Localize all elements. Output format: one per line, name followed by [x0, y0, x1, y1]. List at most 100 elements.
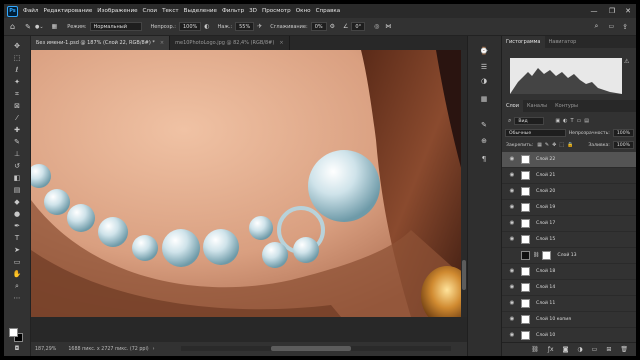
vertical-scroll-thumb[interactable]: [462, 260, 466, 290]
menu-window[interactable]: Окно: [296, 8, 311, 14]
menu-layers[interactable]: Слои: [143, 8, 158, 14]
layer-row[interactable]: ◉ Слой 18: [502, 264, 636, 280]
menu-help[interactable]: Справка: [316, 8, 341, 14]
properties-icon[interactable]: ☰: [476, 60, 492, 74]
frame-icon[interactable]: ⊠: [10, 100, 24, 112]
lasso-icon[interactable]: ℓ: [10, 64, 24, 76]
pressure-input[interactable]: 55%: [235, 22, 255, 31]
brush-icon[interactable]: ✎: [10, 136, 24, 148]
visibility-eye-icon[interactable]: ◉: [506, 284, 518, 290]
swatches-icon[interactable]: ▦: [476, 92, 492, 106]
close-tab-icon[interactable]: ×: [279, 40, 283, 46]
menu-filter[interactable]: Фильтр: [222, 8, 244, 14]
visibility-eye-icon[interactable]: ◉: [506, 268, 518, 274]
more-icon[interactable]: ⋯: [10, 292, 24, 304]
menu-type[interactable]: Текст: [162, 8, 179, 14]
brush-settings-panel-icon[interactable]: ✎: [476, 118, 492, 132]
hand-icon[interactable]: ✋: [10, 268, 24, 280]
shape-icon[interactable]: ▭: [10, 256, 24, 268]
symmetry-icon[interactable]: ⋈: [385, 23, 391, 30]
visibility-eye-icon[interactable]: ◉: [506, 204, 518, 210]
angle-input[interactable]: 0°: [351, 22, 366, 31]
brush-size-icon[interactable]: ●⌄: [35, 24, 44, 30]
adjustment-icon[interactable]: ◑: [577, 346, 582, 353]
history-icon[interactable]: ⌚: [476, 44, 492, 58]
brush-preset-icon[interactable]: ✎: [25, 23, 31, 31]
visibility-eye-icon[interactable]: ◉: [506, 220, 518, 226]
visibility-eye-icon[interactable]: ◉: [506, 252, 518, 258]
workspace-icon[interactable]: ▭: [608, 23, 614, 30]
healing-icon[interactable]: ✚: [10, 124, 24, 136]
layer-row[interactable]: ◉ ⛓ Слой 13: [502, 248, 636, 264]
delete-icon[interactable]: 🗑: [620, 346, 628, 353]
link-icon[interactable]: ⛓: [531, 346, 539, 353]
close-tab-icon[interactable]: ×: [160, 40, 164, 46]
tab-channels[interactable]: Каналы: [523, 100, 551, 112]
menu-view[interactable]: Просмотр: [262, 8, 291, 14]
mask-icon[interactable]: ◙: [563, 346, 569, 353]
fx-icon[interactable]: ƒx: [548, 346, 554, 353]
clone-source-icon[interactable]: ⊕: [476, 134, 492, 148]
layer-row[interactable]: ◉ Слой 20: [502, 184, 636, 200]
smoothing-input[interactable]: 0%: [310, 22, 327, 31]
menu-3d[interactable]: 3D: [249, 8, 257, 14]
lock-icons[interactable]: ▦✎✥⬚🔒: [537, 142, 576, 148]
marquee-icon[interactable]: ⬚: [10, 52, 24, 64]
type-icon[interactable]: T: [10, 232, 24, 244]
blend-mode-select[interactable]: Обычные: [505, 129, 566, 137]
tab-layers[interactable]: Слои: [502, 100, 523, 112]
mode-select[interactable]: Нормальный: [89, 22, 142, 31]
foreground-color-swatch[interactable]: [9, 328, 18, 337]
layer-row[interactable]: ◉ Слой 11: [502, 296, 636, 312]
eyedropper-icon[interactable]: ⁄: [10, 112, 24, 124]
gradient-icon[interactable]: ▤: [10, 184, 24, 196]
layer-row[interactable]: ◉ Слой 19: [502, 200, 636, 216]
layer-row[interactable]: ◉ Слой 10 копия: [502, 312, 636, 328]
share-icon[interactable]: ⇪: [622, 23, 628, 31]
move-icon[interactable]: ✥: [10, 40, 24, 52]
path-select-icon[interactable]: ➤: [10, 244, 24, 256]
layer-row[interactable]: ◉ Слой 21: [502, 168, 636, 184]
layer-kind-select[interactable]: Вид: [514, 117, 545, 125]
pressure-size-icon[interactable]: ◎: [374, 23, 379, 30]
tab-paths[interactable]: Контуры: [551, 100, 582, 112]
visibility-eye-icon[interactable]: ◉: [506, 156, 518, 162]
filter-type-icons[interactable]: ▣◐T▭▤: [555, 118, 592, 124]
dodge-icon[interactable]: ●: [10, 208, 24, 220]
document-canvas[interactable]: [31, 50, 467, 317]
smoothing-options-icon[interactable]: ⚙: [330, 23, 335, 30]
paragraph-icon[interactable]: ¶: [476, 152, 492, 166]
horizontal-scrollbar[interactable]: [181, 346, 451, 351]
status-menu-arrow[interactable]: ›: [153, 347, 155, 352]
fill-input[interactable]: 100%: [612, 141, 634, 149]
visibility-eye-icon[interactable]: ◉: [506, 188, 518, 194]
tab-histogram[interactable]: Гистограмма: [502, 36, 545, 48]
eraser-icon[interactable]: ◧: [10, 172, 24, 184]
airbrush-icon[interactable]: ✈: [257, 23, 262, 30]
crop-icon[interactable]: ⌗: [10, 88, 24, 100]
layer-opacity-input[interactable]: 100%: [612, 129, 634, 137]
visibility-eye-icon[interactable]: ◉: [506, 332, 518, 338]
layer-row[interactable]: ◉ Слой 17: [502, 216, 636, 232]
layer-row[interactable]: ◉ Слой 22: [502, 152, 636, 168]
visibility-eye-icon[interactable]: ◉: [506, 300, 518, 306]
adjustments-icon[interactable]: ◑: [476, 74, 492, 88]
maximize-button[interactable]: ❐: [604, 4, 620, 18]
layer-row[interactable]: ◉ Слой 14: [502, 280, 636, 296]
home-icon[interactable]: ⌂: [10, 22, 15, 31]
pressure-opacity-icon[interactable]: ◐: [204, 23, 209, 30]
menu-edit[interactable]: Редактирование: [43, 8, 92, 14]
opacity-input[interactable]: 100%: [178, 22, 202, 31]
zoom-level[interactable]: 187,29%: [35, 347, 56, 352]
menu-image[interactable]: Изображение: [97, 8, 137, 14]
layer-row[interactable]: ◉ Слой 15: [502, 232, 636, 248]
history-brush-icon[interactable]: ↺: [10, 160, 24, 172]
tab-document-1[interactable]: Без имени-1.psd @ 187% (Слой 22, RGB/8#)…: [31, 36, 171, 50]
blur-icon[interactable]: ◆: [10, 196, 24, 208]
quick-mask-icon[interactable]: ◘: [10, 342, 24, 354]
new-layer-icon[interactable]: ⊞: [606, 346, 611, 353]
visibility-eye-icon[interactable]: ◉: [506, 316, 518, 322]
horizontal-scroll-thumb[interactable]: [271, 346, 351, 351]
pen-icon[interactable]: ✒: [10, 220, 24, 232]
quick-select-icon[interactable]: ✦: [10, 76, 24, 88]
